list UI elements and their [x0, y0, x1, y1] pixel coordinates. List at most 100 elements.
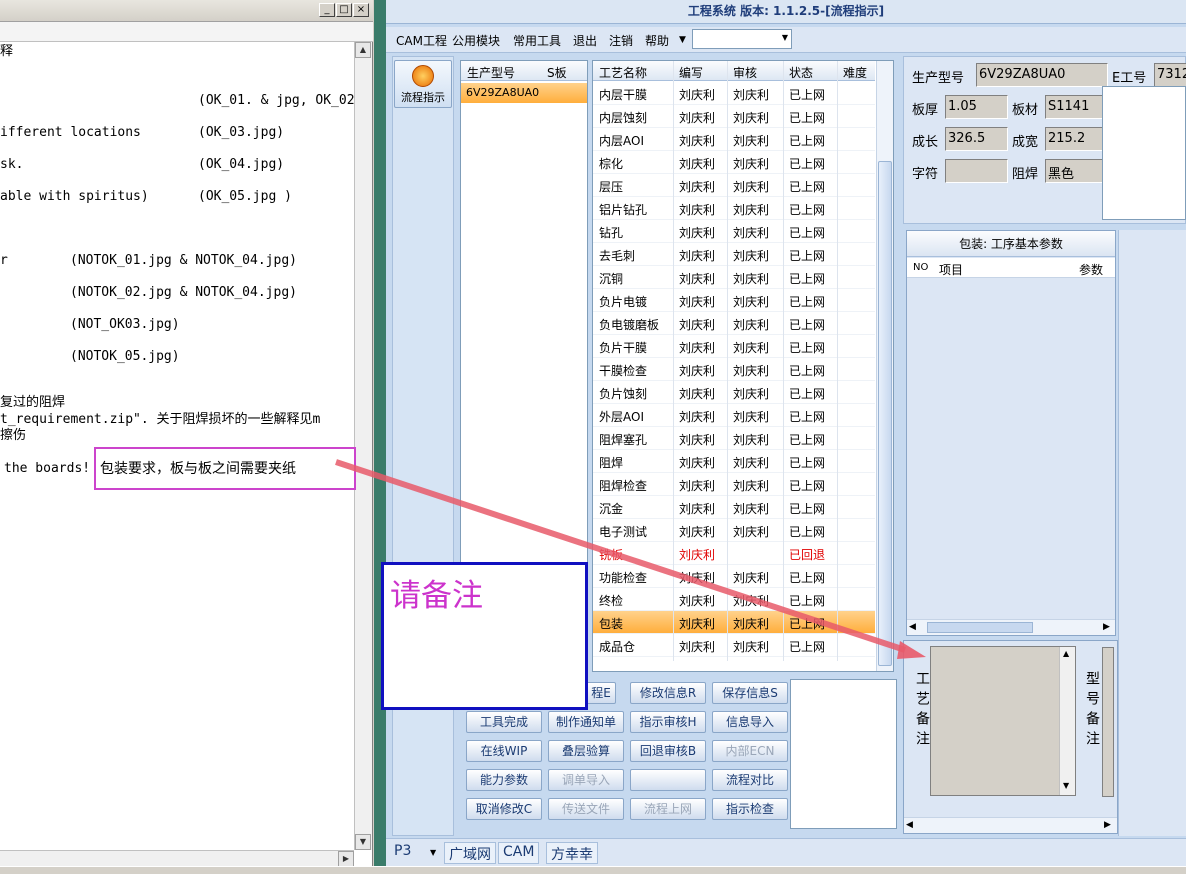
process-row[interactable]: 层压 刘庆利 刘庆利 已上网	[593, 174, 875, 197]
process-row[interactable]: 干膜检查 刘庆利 刘庆利 已上网	[593, 358, 875, 381]
action-button[interactable]: 取消修改C	[466, 798, 542, 820]
tab-user[interactable]: 方幸幸	[546, 842, 598, 864]
process-row[interactable]: 沉金 刘庆利 刘庆利 已上网	[593, 496, 875, 519]
width-field[interactable]: 215.2	[1045, 127, 1103, 151]
maximize-icon[interactable]: □	[336, 3, 352, 17]
writer-cell: 刘庆利	[679, 111, 716, 125]
doc-line: (OK_04.jpg)	[198, 157, 285, 172]
flow-indicator-button[interactable]: 流程指示	[394, 60, 452, 108]
horizontal-scrollbar[interactable]: ▶	[0, 850, 354, 867]
process-row[interactable]: 阻焊检查 刘庆利 刘庆利 已上网	[593, 473, 875, 496]
process-row[interactable]: 棕化 刘庆利 刘庆利 已上网	[593, 151, 875, 174]
process-row[interactable]: 负片蚀刻 刘庆利 刘庆利 已上网	[593, 381, 875, 404]
action-button[interactable]: 在线WIP	[466, 740, 542, 762]
process-row[interactable]: 终检 刘庆利 刘庆利 已上网	[593, 588, 875, 611]
e-field[interactable]: 7312	[1154, 63, 1186, 87]
tab-wan[interactable]: 广域网	[444, 842, 496, 864]
mask-field[interactable]: 黑色	[1045, 159, 1103, 183]
note-box[interactable]	[790, 679, 897, 829]
process-row[interactable]: 铣板 刘庆利 已回退	[593, 542, 875, 565]
scroll-right-icon[interactable]: ▶	[1103, 622, 1110, 632]
process-row[interactable]: 电子测试 刘庆利 刘庆利 已上网	[593, 519, 875, 542]
action-button[interactable]: 调单导入	[548, 769, 624, 791]
action-button[interactable]: 流程对比	[712, 769, 788, 791]
menu-help[interactable]: 帮助	[645, 32, 669, 49]
action-button[interactable]: 修改信息R	[630, 682, 706, 704]
length-field[interactable]: 326.5	[945, 127, 1008, 151]
scroll-down-icon[interactable]: ▼	[355, 834, 371, 850]
process-row[interactable]: 负电镀磨板 刘庆利 刘庆利 已上网	[593, 312, 875, 335]
process-row[interactable]: 钻孔 刘庆利 刘庆利 已上网	[593, 220, 875, 243]
scroll-up-icon[interactable]: ▲	[355, 42, 371, 58]
action-button[interactable]	[630, 769, 706, 791]
reviewer-cell: 刘庆利	[733, 617, 770, 631]
remark-vscroll[interactable]: ▲ ▼	[1059, 647, 1075, 795]
menu-exit[interactable]: 退出	[573, 32, 597, 49]
process-row[interactable]: 去毛刺 刘庆利 刘庆利 已上网	[593, 243, 875, 266]
action-button[interactable]: 传送文件	[548, 798, 624, 820]
process-row[interactable]: 沉铜 刘庆利 刘庆利 已上网	[593, 266, 875, 289]
scroll-right-icon[interactable]: ▶	[1104, 820, 1111, 830]
process-row[interactable]: 负片干膜 刘庆利 刘庆利 已上网	[593, 335, 875, 358]
vertical-scrollbar[interactable]: ▲ ▼	[354, 42, 372, 850]
process-row[interactable]: 内层干膜 刘庆利 刘庆利 已上网	[593, 82, 875, 105]
minimize-icon[interactable]: _	[319, 3, 335, 17]
right-area	[1118, 230, 1186, 836]
menu-tools[interactable]: 常用工具	[513, 32, 561, 49]
remark-hscroll[interactable]: ◀ ▶	[904, 817, 1117, 833]
action-button[interactable]: 流程上网	[630, 798, 706, 820]
process-row[interactable]: 内层AOI 刘庆利 刘庆利 已上网	[593, 128, 875, 151]
menu-cam[interactable]: CAM工程	[396, 32, 447, 49]
reviewer-cell: 刘庆利	[733, 479, 770, 493]
process-row[interactable]: 包装 刘庆利 刘庆利 已上网	[593, 611, 875, 634]
writer-cell: 刘庆利	[679, 594, 716, 608]
scroll-left-icon[interactable]: ◀	[906, 820, 913, 830]
action-button[interactable]: 程E	[586, 682, 616, 704]
chevron-down-icon[interactable]: ▼	[679, 35, 686, 45]
action-button[interactable]: 指示检查	[712, 798, 788, 820]
action-button[interactable]: 制作通知单	[548, 711, 624, 733]
action-button[interactable]: 信息导入	[712, 711, 788, 733]
action-button[interactable]: 内部ECN	[712, 740, 788, 762]
scroll-left-icon[interactable]: ◀	[909, 622, 916, 632]
action-button[interactable]: 指示审核H	[630, 711, 706, 733]
action-button[interactable]: 回退审核B	[630, 740, 706, 762]
scroll-down-icon[interactable]: ▼	[1063, 781, 1069, 790]
process-row[interactable]: 成品仓 刘庆利 刘庆利 已上网	[593, 634, 875, 657]
document-text: 释 (OK_01. & jpg, OK_02 ifferent location…	[0, 42, 354, 850]
scroll-thumb[interactable]	[927, 622, 1033, 633]
material-field[interactable]: S1141	[1045, 95, 1103, 119]
menu-combo[interactable]: ▼	[692, 29, 792, 49]
tab-cam[interactable]: CAM	[498, 842, 540, 864]
close-icon[interactable]: ×	[353, 3, 369, 17]
process-scrollbar[interactable]	[876, 61, 893, 671]
process-row[interactable]: 铝片钻孔 刘庆利 刘庆利 已上网	[593, 197, 875, 220]
model-remark-box[interactable]	[1102, 647, 1114, 797]
process-row[interactable]: 负片电镀 刘庆利 刘庆利 已上网	[593, 289, 875, 312]
process-row[interactable]: 外层AOI 刘庆利 刘庆利 已上网	[593, 404, 875, 427]
action-button[interactable]: 能力参数	[466, 769, 542, 791]
doc-line: able with spiritus)	[0, 189, 149, 204]
scroll-up-icon[interactable]: ▲	[1063, 649, 1069, 658]
process-remark-box[interactable]: ▲ ▼	[930, 646, 1076, 796]
char-field[interactable]	[945, 159, 1008, 183]
scroll-right-icon[interactable]: ▶	[338, 851, 354, 867]
col-item: 项目	[939, 263, 964, 277]
model-row[interactable]: 6V29ZA8UA0	[461, 83, 587, 103]
tab-p3[interactable]: P3	[390, 842, 415, 864]
menu-common-modules[interactable]: 公用模块	[452, 32, 500, 49]
package-hscroll[interactable]: ◀ ▶	[907, 619, 1115, 635]
menu-logout[interactable]: 注销	[609, 32, 633, 49]
mask-label: 阻焊	[1012, 167, 1039, 182]
process-row[interactable]: 阻焊塞孔 刘庆利 刘庆利 已上网	[593, 427, 875, 450]
thickness-field[interactable]: 1.05	[945, 95, 1008, 119]
model-field[interactable]: 6V29ZA8UA0	[976, 63, 1108, 87]
process-row[interactable]: 功能检查 刘庆利 刘庆利 已上网	[593, 565, 875, 588]
scroll-thumb[interactable]	[878, 161, 892, 666]
process-row[interactable]: 内层蚀刻 刘庆利 刘庆利 已上网	[593, 105, 875, 128]
action-button[interactable]: 保存信息S	[712, 682, 788, 704]
action-button[interactable]: 叠层验算	[548, 740, 624, 762]
action-button[interactable]: 工具完成	[466, 711, 542, 733]
process-row[interactable]: 阻焊 刘庆利 刘庆利 已上网	[593, 450, 875, 473]
chevron-down-icon[interactable]: ▼	[430, 848, 436, 857]
